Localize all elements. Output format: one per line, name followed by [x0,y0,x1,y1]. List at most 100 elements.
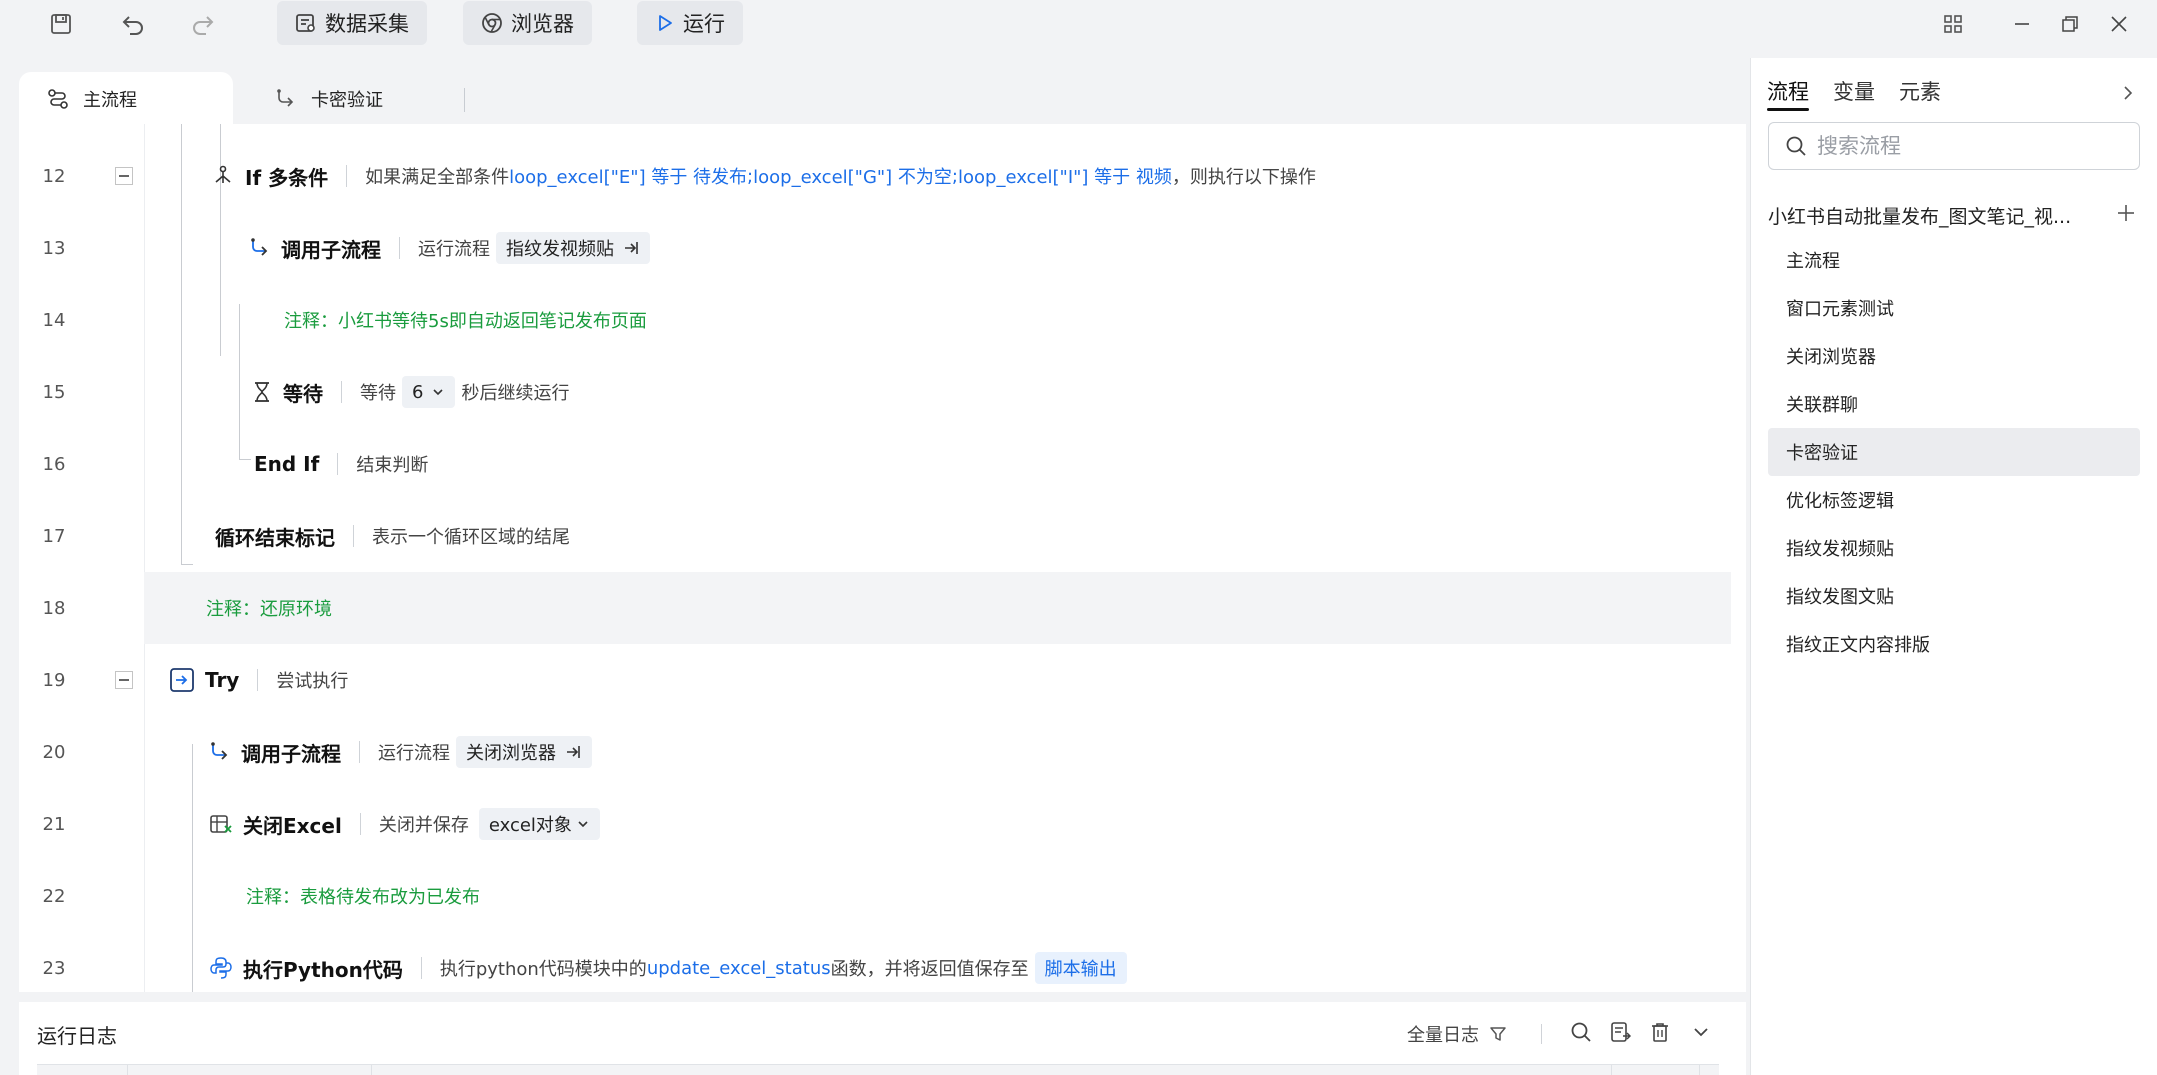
code-row-21[interactable]: 21 关闭Excel 关闭并保存 excel对象 [19,788,1731,860]
step-keyword: 循环结束标记 [215,525,335,550]
separator [353,525,354,547]
condition-1[interactable]: loop_excel["E"] 等于 待发布 [509,163,747,189]
trash-icon[interactable] [1644,1016,1676,1048]
code-row-23[interactable]: 23 执行Python代码 执行python代码模块中的 update_exce… [19,932,1731,992]
subflow-icon [211,742,228,760]
wait-seconds-value: 6 [412,381,424,403]
condition-2[interactable]: loop_excel["G"] 不为空 [753,163,952,189]
tab-card-verify[interactable]: 卡密验证 [247,72,383,126]
chip-label: 指纹发视频贴 [506,239,614,260]
step-desc-post: 秒后继续运行 [461,383,570,404]
tab-flows[interactable]: 流程 [1767,76,1809,106]
excel-close-icon [210,815,232,833]
chevron-down-icon[interactable] [1685,1016,1717,1048]
log-table-column-divider [1611,1065,1612,1075]
step-desc: 尝试执行 [276,671,349,692]
code-row-12[interactable]: 12 If 多条件 如果满足全部条件 loop_excel["E"] 等于 待发… [19,140,1731,212]
try-icon [170,668,194,692]
undo-icon[interactable] [113,4,153,44]
step-desc: 关闭并保存 [378,815,469,836]
tab-label: 主流程 [83,90,137,111]
run-button[interactable]: 运行 [637,1,743,45]
log-filter-label: 全量日志 [1407,1025,1479,1046]
subflow-chip[interactable]: 指纹发视频贴 [496,232,650,264]
chevron-right-icon[interactable] [2113,78,2143,108]
flow-item-video-post[interactable]: 指纹发视频贴 [1768,524,2140,572]
flow-search-box[interactable] [1768,122,2140,170]
line-number: 17 [42,525,66,547]
export-icon[interactable] [1604,1016,1636,1048]
flow-item-image-post[interactable]: 指纹发图文贴 [1768,572,2140,620]
condition-3[interactable]: loop_excel["I"] 等于 视频 [958,163,1172,189]
log-table-column-divider [127,1065,128,1075]
data-collect-icon [296,14,315,32]
chip-label: 脚本输出 [1044,959,1117,980]
chip-label: 关闭浏览器 [466,743,556,764]
apps-grid-icon[interactable] [1933,4,1973,44]
jump-icon [625,242,638,254]
flow-item-text-layout[interactable]: 指纹正文内容排版 [1768,620,2140,668]
separator [1541,1024,1542,1044]
close-icon[interactable] [2099,4,2139,44]
chrome-icon [482,13,502,33]
subflow-chip[interactable]: 关闭浏览器 [456,736,592,768]
plus-icon[interactable] [2111,198,2141,228]
code-row-16[interactable]: 16 End If 结束判断 [19,428,1731,500]
flow-item-window-test[interactable]: 窗口元素测试 [1768,284,2140,332]
code-area: 12 If 多条件 如果满足全部条件 loop_excel["E"] 等于 待发… [19,124,1746,992]
log-level-filter[interactable]: 全量日志 [1407,1021,1507,1047]
flow-item-main[interactable]: 主流程 [1768,236,2140,284]
output-variable-chip[interactable]: 脚本输出 [1034,952,1127,984]
flow-item-group-chat[interactable]: 关联群聊 [1768,380,2140,428]
run-log-panel: 运行日志 全量日志 [19,1002,1746,1075]
step-keyword: 等待 [283,381,323,406]
step-keyword: 关闭Excel [243,813,342,838]
excel-object-select[interactable]: excel对象 [478,808,600,840]
line-number: 12 [42,165,66,187]
code-row-13[interactable]: 13 调用子流程 运行流程 指纹发视频贴 [19,212,1731,284]
fold-toggle[interactable] [115,671,133,689]
code-row-18[interactable]: 18 注释：还原环境 [19,572,1731,644]
tab-main-flow[interactable]: 主流程 [19,72,233,126]
flow-item-tag-logic[interactable]: 优化标签逻辑 [1768,476,2140,524]
step-desc: 运行流程 [378,743,450,764]
code-row-20[interactable]: 20 调用子流程 运行流程 关闭浏览器 [19,716,1731,788]
tab-elements[interactable]: 元素 [1899,76,1941,106]
tab-variables[interactable]: 变量 [1833,76,1875,106]
minimize-icon[interactable] [2002,4,2042,44]
code-row-19[interactable]: 19 Try 尝试执行 [19,644,1731,716]
jump-icon [567,746,580,758]
flow-item-close-browser[interactable]: 关闭浏览器 [1768,332,2140,380]
separator [341,381,342,403]
browser-button[interactable]: 浏览器 [463,1,592,45]
fold-toggle[interactable] [115,167,133,185]
code-row-14[interactable]: 14 注释：小红书等待5s即自动返回笔记发布页面 [19,284,1731,356]
restore-icon[interactable] [2050,4,2090,44]
play-icon [659,15,672,31]
save-icon[interactable] [41,4,81,44]
separator [420,957,422,979]
code-row-22[interactable]: 22 注释：表格待发布改为已发布 [19,860,1731,932]
step-keyword: Try [205,668,240,692]
separator [359,813,361,835]
flow-search-input[interactable] [1817,134,2117,158]
code-row-15[interactable]: 15 等待 等待 6 秒后继续运行 [19,356,1731,428]
hourglass-icon [255,382,269,402]
run-log-title: 运行日志 [37,1024,117,1048]
right-panel: 流程 变量 元素 小红书自动批量发布_图文笔记_视... 主流程 窗口元素测试 … [1750,58,2157,1075]
line-number: 23 [42,957,66,979]
separator [257,669,259,691]
line-number: 21 [42,813,66,835]
editor-panel: 主流程 卡密验证 12 If 多条件 如果满足全部条件 loop_excel["… [8,60,1748,992]
step-desc: 表示一个循环区域的结尾 [372,527,570,548]
project-name[interactable]: 小红书自动批量发布_图文笔记_视... [1768,202,2088,229]
code-row-17[interactable]: 17 循环结束标记 表示一个循环区域的结尾 [19,500,1731,572]
wait-seconds-select[interactable]: 6 [402,376,456,408]
function-name[interactable]: update_excel_status [647,958,831,979]
data-collect-button[interactable]: 数据采集 [277,1,427,45]
redo-icon[interactable] [183,4,223,44]
search-icon[interactable] [1565,1016,1597,1048]
separator [359,741,360,763]
log-table [37,1064,1719,1075]
flow-item-card-verify[interactable]: 卡密验证 [1768,428,2140,476]
